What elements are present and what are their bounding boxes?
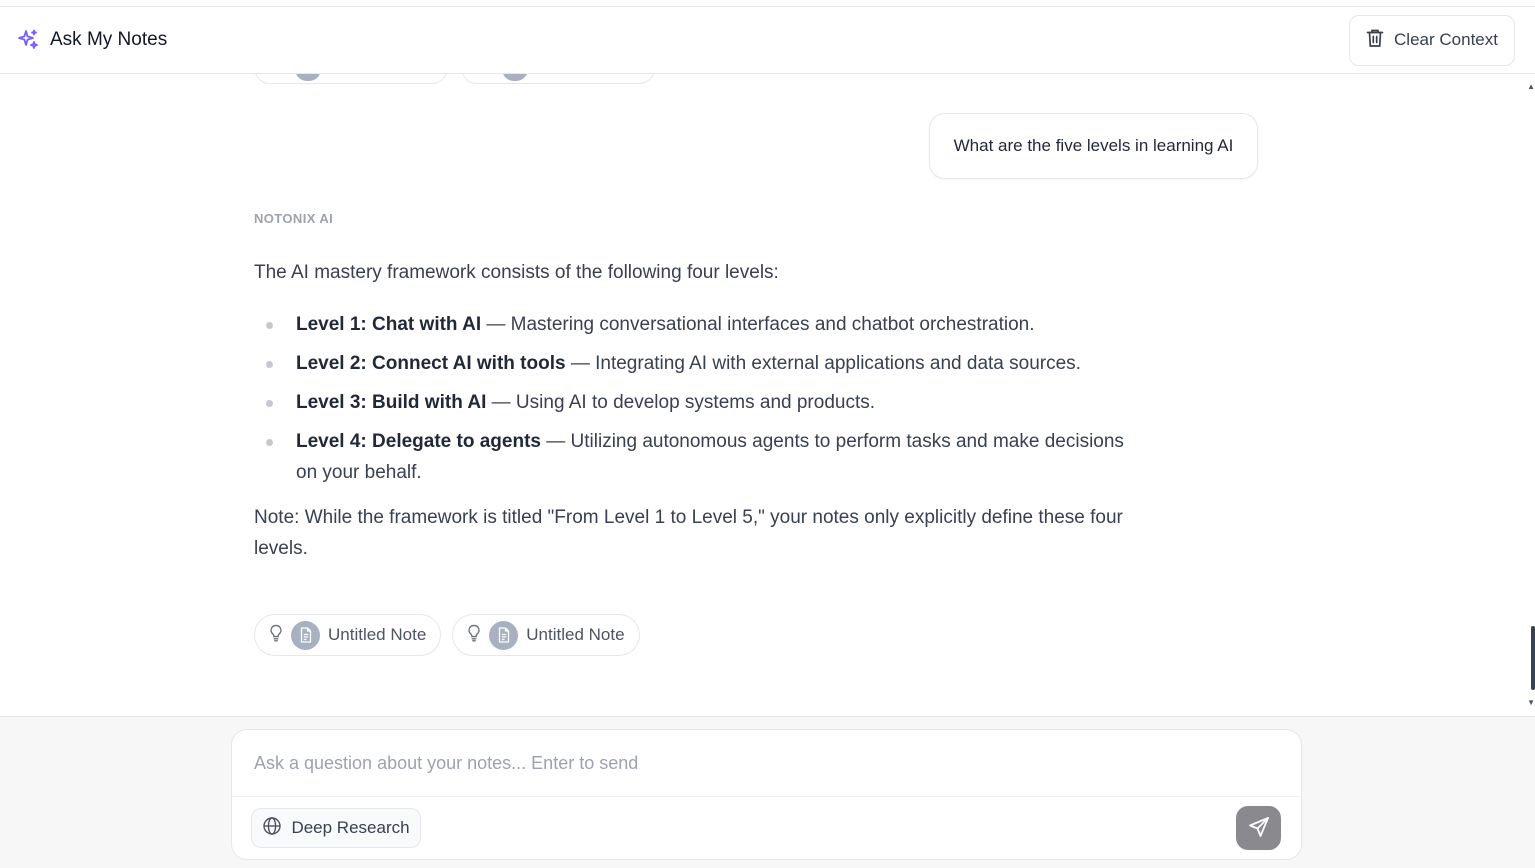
chat-thread: What are the five levels in learning AI … <box>0 74 1535 716</box>
document-icon <box>489 620 519 650</box>
source-chip-label: Untitled Note <box>526 625 625 644</box>
level-title: Level 2: Connect AI with tools <box>296 353 566 374</box>
level-desc: — Mastering conversational interfaces an… <box>481 314 1035 335</box>
user-message-text: What are the five levels in learning AI <box>953 136 1234 155</box>
source-chips: Untitled Note Untitled Note <box>254 614 640 656</box>
lightbulb-icon <box>467 624 481 647</box>
document-icon <box>291 620 320 650</box>
trash-icon <box>1366 28 1384 53</box>
window-top-strip <box>0 0 1535 7</box>
previous-source-chips <box>254 74 655 84</box>
app-title: Ask My Notes <box>50 29 168 50</box>
list-item: Level 3: Build with AI — Using AI to dev… <box>254 387 1124 418</box>
list-item: Level 1: Chat with AI — Mastering conver… <box>254 309 1124 340</box>
deep-research-button[interactable]: Deep Research <box>251 808 421 848</box>
level-title: Level 3: Build with AI <box>296 392 487 413</box>
app-header: Ask My Notes Clear Context <box>0 7 1535 74</box>
header-title-group: Ask My Notes <box>16 28 167 52</box>
deep-research-label: Deep Research <box>291 818 410 837</box>
level-title: Level 4: Delegate to agents <box>296 431 541 452</box>
level-desc: — Using AI to develop systems and produc… <box>486 392 876 413</box>
send-icon <box>1248 816 1270 841</box>
level-title: Level 1: Chat with AI <box>296 314 482 335</box>
bullet-icon <box>266 322 273 329</box>
list-item: Level 4: Delegate to agents — Utilizing … <box>254 426 1124 488</box>
scrollbar-thumb[interactable] <box>1531 626 1535 690</box>
clear-context-button[interactable]: Clear Context <box>1349 14 1515 66</box>
ai-sender-label: NOTONIX AI <box>254 211 334 226</box>
ai-note-text: Note: While the framework is titled "Fro… <box>254 507 1123 559</box>
question-input[interactable] <box>232 730 1301 797</box>
document-icon <box>502 74 528 81</box>
ai-response: The AI mastery framework consists of the… <box>254 257 1124 564</box>
chat-scrollbar[interactable]: ▲ ▼ <box>1527 74 1535 716</box>
levels-list: Level 1: Chat with AI — Mastering conver… <box>254 309 1124 488</box>
source-chip-label: Untitled Note <box>328 625 427 644</box>
bullet-icon <box>266 439 273 446</box>
composer-area: Deep Research <box>0 716 1535 868</box>
globe-icon <box>262 816 282 841</box>
bullet-icon <box>266 400 273 407</box>
source-chip-partial[interactable] <box>254 74 448 84</box>
ai-intro-text: The AI mastery framework consists of the… <box>254 262 779 283</box>
user-message-bubble: What are the five levels in learning AI <box>929 113 1258 179</box>
composer-box: Deep Research <box>231 729 1302 860</box>
document-icon <box>295 74 321 81</box>
source-chip-partial[interactable] <box>461 74 655 84</box>
scroll-down-icon[interactable]: ▼ <box>1527 698 1535 707</box>
list-item: Level 2: Connect AI with tools — Integra… <box>254 348 1124 379</box>
send-button[interactable] <box>1236 806 1281 850</box>
source-chip[interactable]: Untitled Note <box>254 614 442 656</box>
source-chip[interactable]: Untitled Note <box>452 614 640 656</box>
sparkle-icon <box>16 28 40 52</box>
bullet-icon <box>266 361 273 368</box>
lightbulb-icon <box>269 624 283 647</box>
scroll-up-icon[interactable]: ▲ <box>1527 82 1535 91</box>
level-desc: — Integrating AI with external applicati… <box>565 353 1081 374</box>
clear-context-label: Clear Context <box>1394 30 1498 49</box>
